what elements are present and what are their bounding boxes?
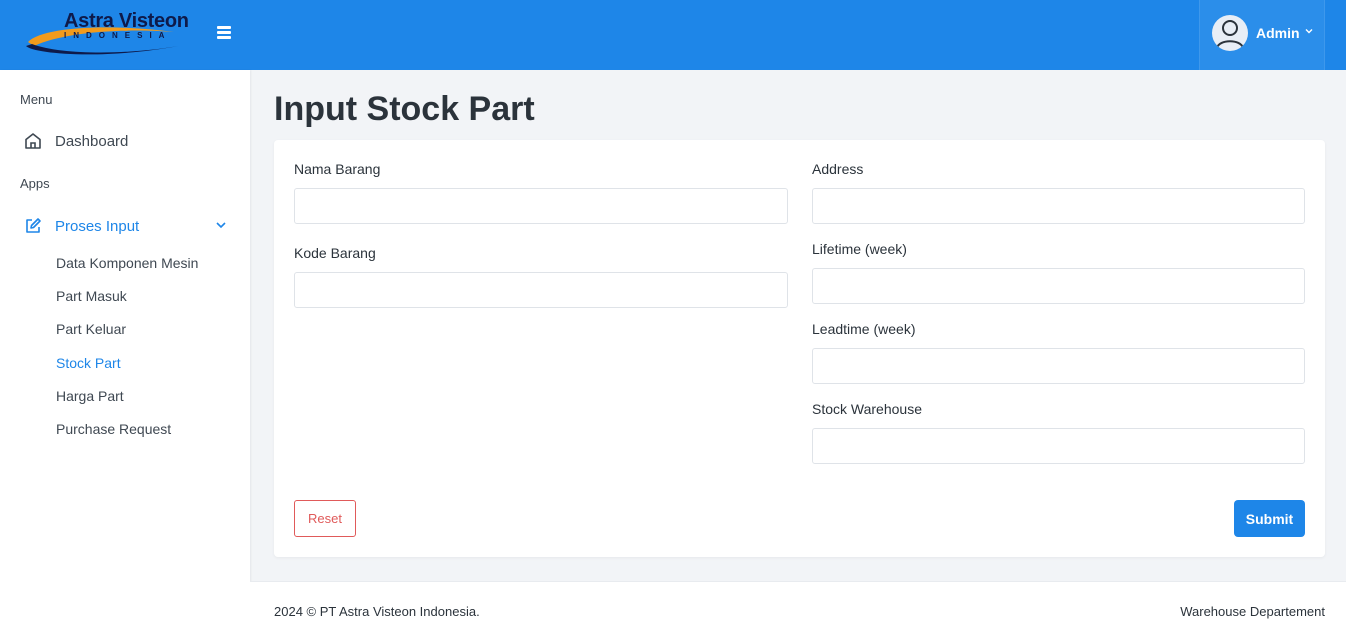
user-name: Admin — [1256, 25, 1300, 41]
sidebar-subitem-stock-part[interactable]: Stock Part — [56, 355, 121, 371]
sidebar-item-label: Proses Input — [55, 217, 140, 235]
sidebar-item-proses-input[interactable]: Proses Input — [22, 215, 232, 237]
avatar — [1212, 15, 1248, 51]
stock-warehouse-label: Stock Warehouse — [812, 401, 922, 417]
address-label: Address — [812, 161, 864, 177]
address-input[interactable] — [812, 188, 1305, 224]
submit-button[interactable]: Submit — [1234, 500, 1305, 537]
nama-barang-input[interactable] — [294, 188, 788, 224]
leadtime-label: Leadtime (week) — [812, 321, 916, 337]
kode-barang-input[interactable] — [294, 272, 788, 308]
footer: 2024 © PT Astra Visteon Indonesia. Wareh… — [250, 581, 1346, 638]
sidebar-subitem-harga-part[interactable]: Harga Part — [56, 388, 124, 404]
user-menu[interactable]: Admin — [1199, 0, 1325, 70]
user-icon — [1216, 20, 1244, 49]
reset-button[interactable]: Reset — [294, 500, 356, 537]
sidebar-item-label: Dashboard — [55, 132, 129, 150]
chevron-down-icon — [1305, 27, 1313, 37]
sidebar-subitem-data-komponen-mesin[interactable]: Data Komponen Mesin — [56, 255, 198, 271]
stock-warehouse-input[interactable] — [812, 428, 1305, 464]
page-title: Input Stock Part — [274, 90, 535, 128]
hamburger-menu-icon[interactable] — [214, 24, 234, 44]
home-icon — [22, 130, 44, 152]
sidebar-subitem-purchase-request[interactable]: Purchase Request — [56, 421, 171, 437]
brand-subtitle: INDONESIA — [64, 31, 172, 40]
footer-copyright: 2024 © PT Astra Visteon Indonesia. — [274, 604, 480, 619]
sidebar-subitem-part-keluar[interactable]: Part Keluar — [56, 321, 126, 337]
lifetime-input[interactable] — [812, 268, 1305, 304]
sidebar-subitem-part-masuk[interactable]: Part Masuk — [56, 288, 127, 304]
edit-icon — [22, 215, 44, 237]
leadtime-input[interactable] — [812, 348, 1305, 384]
brand-logo[interactable]: Astra Visteon INDONESIA — [24, 8, 189, 60]
sidebar-item-dashboard[interactable]: Dashboard — [22, 130, 232, 152]
topbar: Astra Visteon INDONESIA Admin — [0, 0, 1346, 70]
apps-heading: Apps — [20, 176, 50, 191]
input-form-card: Nama Barang Kode Barang Address Lifetime… — [274, 140, 1325, 557]
kode-barang-label: Kode Barang — [294, 245, 376, 261]
menu-heading: Menu — [20, 92, 53, 107]
brand-name: Astra Visteon — [64, 10, 189, 32]
lifetime-label: Lifetime (week) — [812, 241, 907, 257]
chevron-down-icon — [214, 218, 228, 236]
sidebar: Menu Dashboard Apps Proses Input Data Ko… — [0, 70, 250, 638]
footer-department: Warehouse Departement — [1180, 604, 1325, 619]
nama-barang-label: Nama Barang — [294, 161, 381, 177]
